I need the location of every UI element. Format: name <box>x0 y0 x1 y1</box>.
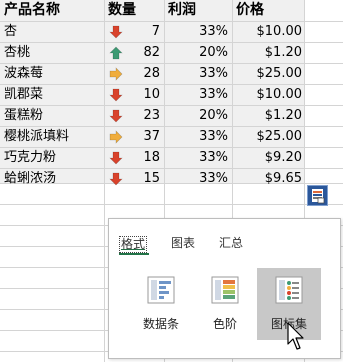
option-color-scale-label: 色阶 <box>212 317 237 331</box>
cell-profit[interactable]: 33% <box>168 126 228 147</box>
cell-price[interactable]: $10.00 <box>236 21 303 42</box>
cell-price[interactable]: $9.65 <box>236 168 302 189</box>
tab-totals[interactable]: 汇总 <box>219 236 243 251</box>
cell-profit[interactable]: 33% <box>168 21 228 42</box>
icon-set-icon <box>275 276 303 304</box>
cell-quantity[interactable]: 7 <box>128 21 160 42</box>
arrow-down-icon <box>109 109 123 123</box>
cell-product-name[interactable]: 巧克力粉 <box>4 147 102 168</box>
cell-quantity[interactable]: 23 <box>128 105 160 126</box>
cell-price[interactable]: $1.20 <box>236 105 302 126</box>
cell-quantity[interactable]: 82 <box>128 42 160 63</box>
cell-price[interactable]: $25.00 <box>236 126 303 147</box>
cell-quantity[interactable]: 18 <box>128 147 160 168</box>
arrow-up-icon <box>109 46 123 60</box>
header-price[interactable]: 价格 <box>236 0 302 21</box>
cell-profit[interactable]: 33% <box>168 63 228 84</box>
arrow-right-icon <box>109 67 123 81</box>
tab-charts[interactable]: 图表 <box>171 236 195 251</box>
tab-formatting[interactable]: 格式 <box>119 236 148 253</box>
option-data-bars[interactable]: 数据条 <box>129 268 193 340</box>
quick-analysis-panel: 格式 图表 汇总 数据条 色阶 <box>108 218 341 359</box>
cell-product-name[interactable]: 蛋糕粉 <box>4 105 102 126</box>
quick-analysis-button[interactable] <box>307 185 328 206</box>
data-bars-icon <box>147 276 175 304</box>
header-profit[interactable]: 利润 <box>168 0 230 21</box>
cell-price[interactable]: $25.00 <box>236 63 303 84</box>
cell-product-name[interactable]: 杏桃 <box>4 42 102 63</box>
cell-product-name[interactable]: 凯郡菜 <box>4 84 102 105</box>
cell-product-name[interactable]: 樱桃派填料 <box>4 126 102 147</box>
cell-price[interactable]: $10.00 <box>236 84 303 105</box>
mouse-cursor-icon <box>287 322 304 350</box>
cell-quantity[interactable]: 37 <box>128 126 160 147</box>
cell-product-name[interactable]: 杏 <box>4 21 102 42</box>
option-color-scale[interactable]: 色阶 <box>193 268 257 340</box>
cell-product-name[interactable]: 波森莓 <box>4 63 102 84</box>
arrow-down-icon <box>109 151 123 165</box>
active-tab-indicator <box>119 253 149 255</box>
arrow-down-icon <box>109 172 123 186</box>
cell-price[interactable]: $1.20 <box>236 42 302 63</box>
cell-profit[interactable]: 20% <box>168 42 228 63</box>
header-product-name[interactable]: 产品名称 <box>4 0 102 21</box>
arrow-down-icon <box>109 25 123 39</box>
cell-profit[interactable]: 33% <box>168 147 228 168</box>
arrow-down-icon <box>109 88 123 102</box>
option-data-bars-label: 数据条 <box>142 317 179 331</box>
cell-price[interactable]: $9.20 <box>236 147 302 168</box>
arrow-right-icon <box>109 130 123 144</box>
cell-quantity[interactable]: 15 <box>128 168 160 189</box>
cell-quantity[interactable]: 28 <box>128 63 160 84</box>
cell-product-name[interactable]: 蛤蜊浓汤 <box>4 168 102 189</box>
cell-profit[interactable]: 20% <box>168 105 228 126</box>
quick-analysis-icon <box>312 189 325 204</box>
cell-profit[interactable]: 33% <box>168 168 228 189</box>
cell-quantity[interactable]: 10 <box>128 84 160 105</box>
header-quantity[interactable]: 数量 <box>108 0 162 21</box>
cell-profit[interactable]: 33% <box>168 84 228 105</box>
color-scale-icon <box>211 276 239 304</box>
